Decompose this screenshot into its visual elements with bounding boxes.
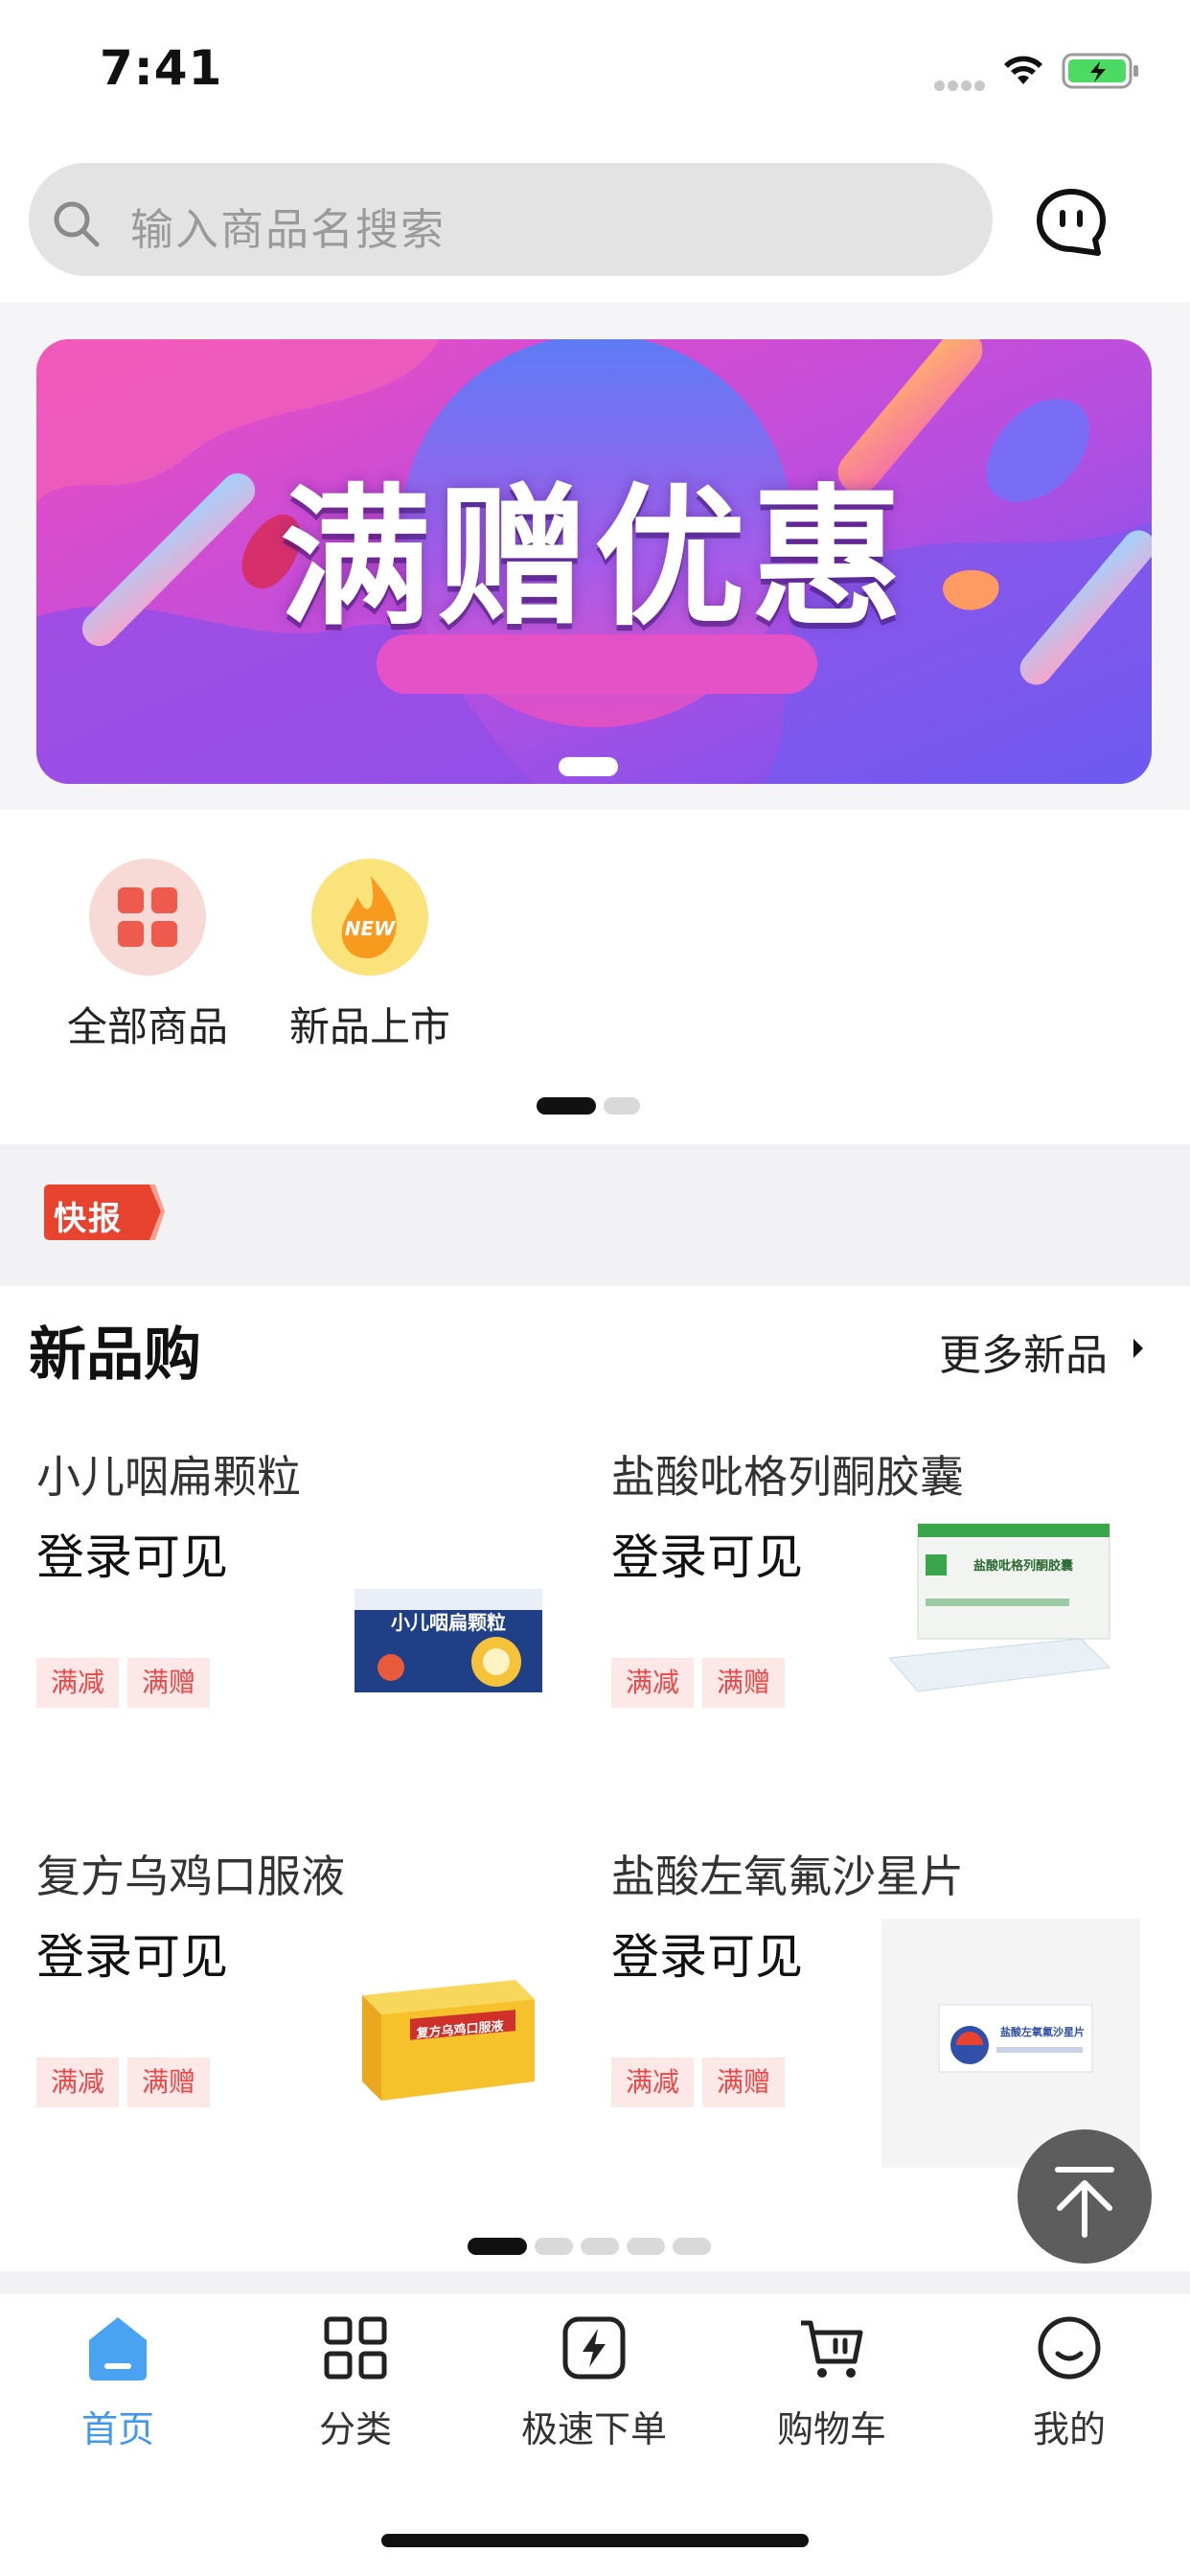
tab-quick-order-label: 极速下单 [520, 2408, 667, 2450]
cart-icon [801, 2320, 863, 2378]
entry-all-products[interactable]: 全部商品 [52, 859, 243, 1053]
tab-cart[interactable]: 购物车 [736, 2313, 927, 2452]
product-price: 登录可见 [36, 1929, 228, 1985]
discount-tag: 满减 [36, 2058, 119, 2107]
product-image: 复方乌鸡口服液 [362, 1980, 535, 2101]
product-box-label: 盐酸左氧氟沙星片 [1000, 2025, 1085, 2038]
section-title: 新品购 [29, 1322, 201, 1389]
entry-new-arrivals[interactable]: NEW 新品上市 [274, 859, 466, 1053]
grid-icon [89, 859, 206, 976]
new-badge-text: NEW [345, 917, 396, 940]
more-new-products-link[interactable]: 更多新品 [939, 1321, 1108, 1382]
tab-home[interactable]: 首页 [22, 2313, 214, 2452]
tab-profile-label: 我的 [1032, 2408, 1106, 2450]
product-name: 盐酸左氧氟沙星片 [611, 1851, 964, 1902]
section-divider [0, 2271, 1190, 2294]
chevron-right-icon[interactable] [1131, 1336, 1146, 1361]
search-bar[interactable]: 输入商品名搜索 [29, 163, 993, 276]
gift-tag: 满赠 [127, 1658, 210, 1708]
product-box-label: 盐酸吡格列酮胶囊 [973, 1558, 1074, 1574]
back-to-top-button[interactable] [1018, 2129, 1152, 2264]
promo-banner[interactable]: 满赠优惠 [36, 339, 1152, 784]
product-image: 盐酸吡格列酮胶囊 [889, 1523, 1111, 1692]
tab-quick-order[interactable]: 极速下单 [498, 2313, 690, 2452]
tab-category[interactable]: 分类 [260, 2313, 451, 2452]
tab-category-label: 分类 [318, 2408, 392, 2450]
lightning-icon [562, 2316, 626, 2380]
product-box-label: 小儿咽扁颗粒 [391, 1611, 506, 1634]
tab-profile[interactable]: 我的 [973, 2313, 1165, 2452]
product-card[interactable]: 复方乌鸡口服液 登录可见 满减 满赠 复方乌鸡口服液 [27, 1842, 583, 2225]
product-name: 盐酸吡格列酮胶囊 [611, 1451, 964, 1503]
status-time: 7:41 [100, 40, 223, 96]
entry-all-products-label: 全部商品 [66, 1003, 228, 1050]
category-grid-icon [324, 2316, 387, 2380]
product-name: 小儿咽扁颗粒 [36, 1451, 301, 1503]
discount-tag: 满减 [611, 1658, 694, 1708]
cellular-signal-icon [934, 77, 992, 91]
product-price: 登录可见 [611, 1530, 803, 1585]
gift-tag: 满赠 [127, 2058, 210, 2107]
product-name: 复方乌鸡口服液 [36, 1851, 345, 1902]
discount-tag: 满减 [36, 1658, 119, 1708]
message-icon[interactable] [1035, 188, 1108, 259]
discount-tag: 满减 [611, 2058, 694, 2107]
banner-page-indicator [559, 757, 618, 776]
home-indicator [381, 2534, 809, 2547]
status-bar: 7:41 [0, 0, 1190, 144]
banner-title: 满赠优惠 [280, 470, 908, 647]
news-badge-text: 快报 [54, 1200, 123, 1238]
new-flame-icon: NEW [311, 859, 428, 976]
gift-tag: 满赠 [702, 2058, 785, 2107]
gift-tag: 满赠 [702, 1658, 785, 1708]
search-input[interactable]: 输入商品名搜索 [130, 195, 446, 257]
product-price: 登录可见 [36, 1530, 228, 1585]
product-image: 小儿咽扁颗粒 [355, 1589, 542, 1692]
entry-new-arrivals-label: 新品上市 [288, 1003, 450, 1050]
battery-icon [1062, 53, 1138, 89]
news-ticker[interactable]: 快报 [0, 1144, 1190, 1286]
product-price: 登录可见 [611, 1929, 803, 1985]
tab-home-label: 首页 [80, 2408, 154, 2450]
profile-smile-icon [1038, 2316, 1101, 2380]
wifi-icon [1004, 56, 1042, 84]
tab-cart-label: 购物车 [776, 2408, 886, 2450]
product-card[interactable]: 盐酸吡格列酮胶囊 登录可见 满减 满赠 盐酸吡格列酮胶囊 [602, 1442, 1157, 1826]
arrow-up-icon [1055, 2167, 1114, 2238]
product-card[interactable]: 小儿咽扁颗粒 登录可见 满减 满赠 小儿咽扁颗粒 [27, 1442, 583, 1826]
home-icon [89, 2317, 147, 2380]
search-icon [54, 201, 100, 247]
